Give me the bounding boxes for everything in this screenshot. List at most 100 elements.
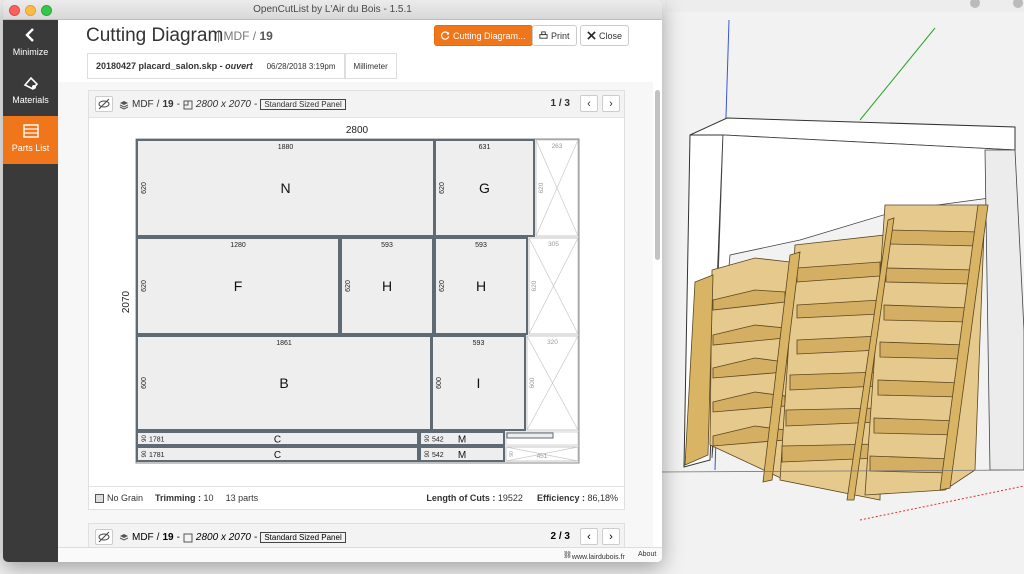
chevron-left-icon bbox=[24, 28, 34, 42]
part-m[interactable]: 90 542 M bbox=[419, 431, 505, 446]
part-label: I bbox=[477, 375, 481, 391]
part-length-label: 542 bbox=[432, 437, 444, 444]
sheet-icon bbox=[183, 100, 193, 109]
next-page-button[interactable]: › bbox=[602, 95, 620, 112]
part-width-label: 620 bbox=[141, 280, 148, 292]
sheet-material: MDF bbox=[132, 99, 154, 110]
part-label: C bbox=[274, 450, 281, 461]
sidebar-item-label: Materials bbox=[12, 95, 49, 105]
print-button[interactable]: Print bbox=[532, 25, 577, 46]
offcut-length-label: 320 bbox=[547, 339, 558, 346]
previous-page-button[interactable]: ‹ bbox=[580, 95, 598, 112]
cutting-diagram: 2800 2070 1880 620 N 631 620 G 1280 620 F 593 620 H… bbox=[121, 125, 580, 464]
offcut: 451 90 bbox=[505, 446, 579, 462]
part-length-label: 1861 bbox=[276, 340, 292, 347]
window-title: OpenCutList by L'Air du Bois - 1.5.1 bbox=[253, 4, 412, 15]
website-link[interactable]: ⛓ www.lairdubois.fr bbox=[563, 551, 625, 561]
part-width-label: 620 bbox=[439, 280, 446, 292]
vertical-scrollbar[interactable] bbox=[655, 90, 660, 260]
part-f[interactable]: 1280 620 F bbox=[136, 237, 340, 335]
part-n[interactable]: 1880 620 N bbox=[136, 139, 435, 237]
print-icon bbox=[539, 31, 548, 39]
part-b[interactable]: 1861 600 B bbox=[136, 335, 432, 431]
part-width-label: 600 bbox=[141, 377, 148, 389]
sidebar: Minimize Materials Parts List bbox=[3, 20, 58, 562]
close-label: Close bbox=[599, 30, 623, 41]
efficiency-info: Efficiency : 86,18% bbox=[536, 493, 618, 503]
layers-icon bbox=[119, 100, 129, 110]
sheet-panel-2-header: MDF / 19 - 2800 x 2070 - Standard Sized … bbox=[88, 523, 625, 547]
sheet-panel: MDF / 19 - 2800 x 2070 - Standard Sized … bbox=[88, 90, 625, 510]
part-m[interactable]: 90 542 M bbox=[419, 446, 505, 462]
sheet-type-badge: Standard Sized Panel bbox=[260, 99, 346, 110]
file-unit: Millimeter bbox=[353, 61, 388, 71]
part-h[interactable]: 593 620 H bbox=[434, 237, 528, 335]
file-tabs: 20180427 placard_salon.skp - ouvert 06/2… bbox=[87, 53, 397, 79]
offcut: 320 600 bbox=[526, 335, 579, 431]
part-length-label: 542 bbox=[432, 452, 444, 459]
header: Cutting Diagram | MDF / 19 Cutting Diagr… bbox=[58, 20, 662, 80]
file-info-tab[interactable]: 20180427 placard_salon.skp - ouvert 06/2… bbox=[87, 53, 345, 78]
grain-icon bbox=[95, 493, 104, 503]
offcut-width-label: 600 bbox=[529, 377, 536, 388]
part-i[interactable]: 593 600 I bbox=[431, 335, 526, 431]
sheet-thickness: 19 bbox=[162, 99, 174, 110]
part-c[interactable]: 90 1781 C bbox=[136, 446, 419, 462]
part-c[interactable]: 90 1781 C bbox=[136, 431, 419, 446]
part-width-label: 90 bbox=[142, 450, 148, 457]
offcut-length-label: 451 bbox=[537, 453, 548, 460]
sheet-2-thickness: 19 bbox=[162, 532, 174, 543]
offcut-length-label: 263 bbox=[552, 143, 563, 150]
previous-page-button[interactable]: ‹ bbox=[580, 528, 598, 545]
page-2-indicator: 2 / 3 bbox=[550, 531, 570, 542]
about-link[interactable]: About bbox=[638, 551, 656, 558]
part-h[interactable]: 593 620 H bbox=[340, 237, 434, 335]
trimming-info: Trimming : 10 bbox=[155, 493, 214, 503]
sheet-2-dimensions: 2800 x 2070 bbox=[195, 532, 251, 543]
sidebar-item-materials[interactable]: Materials bbox=[3, 68, 58, 116]
close-button[interactable]: Close bbox=[580, 25, 630, 46]
sheet-header: MDF / 19 - 2800 x 2070 - Standard Sized … bbox=[89, 91, 624, 118]
hide-sheet-2-button[interactable] bbox=[95, 529, 113, 545]
sidebar-item-minimize[interactable]: Minimize bbox=[3, 20, 58, 68]
sheet-footer: No Grain Trimming : 10 13 parts Length o… bbox=[89, 486, 624, 509]
part-width-label: 620 bbox=[439, 182, 446, 194]
content-scroll-area[interactable]: MDF / 19 - 2800 x 2070 - Standard Sized … bbox=[58, 82, 653, 547]
unit-tab[interactable]: Millimeter bbox=[344, 53, 397, 78]
part-g[interactable]: 631 620 G bbox=[434, 139, 535, 237]
page-subtitle: | MDF / 19 bbox=[217, 29, 273, 43]
sheet-2-pager: 2 / 3 ‹ › bbox=[551, 528, 620, 545]
main-area: Cutting Diagram | MDF / 19 Cutting Diagr… bbox=[58, 20, 662, 562]
title-bar[interactable]: OpenCutList by L'Air du Bois - 1.5.1 bbox=[3, 0, 662, 20]
eye-slash-icon bbox=[98, 531, 110, 543]
sheet-2-type-badge: Standard Sized Panel bbox=[260, 532, 346, 543]
offcut-length-label: 305 bbox=[548, 241, 559, 248]
next-page-button[interactable]: › bbox=[602, 528, 620, 545]
part-label: M bbox=[458, 450, 466, 461]
sidebar-item-label: Parts List bbox=[11, 143, 50, 153]
print-label: Print bbox=[551, 30, 570, 41]
part-length-label: 1781 bbox=[149, 437, 165, 444]
hide-sheet-button[interactable] bbox=[95, 96, 113, 112]
part-length-label: 593 bbox=[381, 242, 393, 249]
sidebar-item-parts-list[interactable]: Parts List bbox=[3, 116, 58, 164]
cuts-length-info: Length of Cuts : 19522 bbox=[426, 493, 523, 503]
part-width-label: 620 bbox=[141, 182, 148, 194]
parts-list-icon bbox=[22, 124, 39, 138]
part-label: C bbox=[274, 435, 281, 446]
screen: OpenCutList by L'Air du Bois - 1.5.1 Min… bbox=[0, 0, 1024, 574]
part-label: N bbox=[280, 180, 290, 196]
part-width-label: 90 bbox=[142, 435, 148, 442]
part-label: B bbox=[279, 375, 288, 391]
part-width-label: 620 bbox=[345, 280, 352, 292]
offcut: 305 620 bbox=[528, 237, 579, 335]
part-length-label: 1280 bbox=[230, 242, 246, 249]
sheet-pager: 1 / 3 ‹ › bbox=[551, 95, 620, 112]
part-length-label: 1880 bbox=[278, 144, 294, 151]
grain-info: No Grain bbox=[95, 493, 143, 503]
layers-icon bbox=[119, 533, 129, 541]
part-label: H bbox=[382, 278, 392, 294]
part-width-label: 90 bbox=[425, 450, 431, 457]
part-width-label: 600 bbox=[436, 377, 443, 389]
cutting-diagram-button[interactable]: Cutting Diagram... bbox=[434, 25, 533, 46]
